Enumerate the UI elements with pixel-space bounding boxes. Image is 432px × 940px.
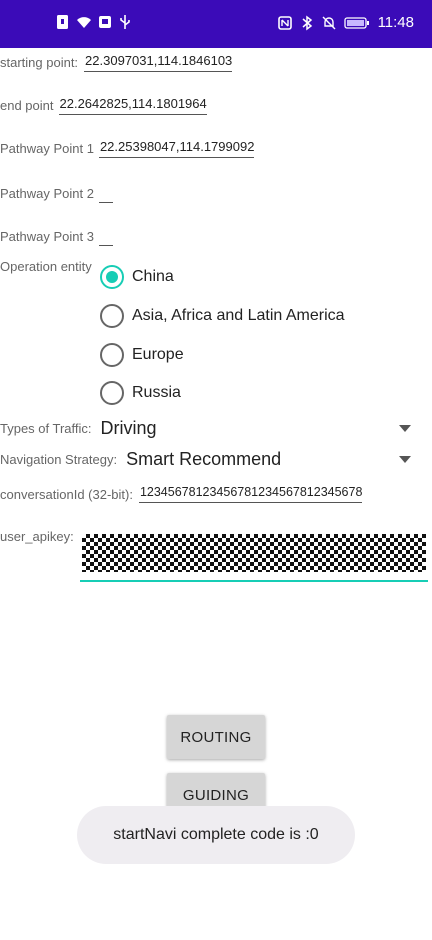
types-of-traffic-row: Types of Traffic: Driving xyxy=(0,418,157,439)
radio-asia-africa-latin-america[interactable]: Asia, Africa and Latin America xyxy=(100,304,345,328)
navigation-strategy-row: Navigation Strategy: Smart Recommend xyxy=(0,449,281,470)
pathway-point-2-label: Pathway Point 2 xyxy=(0,185,94,201)
dropdown-arrow-icon[interactable] xyxy=(399,456,411,463)
pathway-point-1-row: Pathway Point 1 22.25398047,114.1799092 xyxy=(0,139,255,158)
routing-button[interactable]: ROUTING xyxy=(167,715,265,759)
usb-icon xyxy=(120,15,130,29)
sim-icon xyxy=(57,15,68,29)
types-of-traffic-spinner[interactable]: Driving xyxy=(101,418,157,439)
pathway-point-1-label: Pathway Point 1 xyxy=(0,141,94,156)
operation-entity-label: Operation entity xyxy=(0,259,92,274)
end-point-row: end point 22.2642825,114.1801964 xyxy=(0,96,207,115)
battery-icon xyxy=(343,16,369,29)
nfc-icon xyxy=(277,15,292,30)
starting-point-label: starting point: xyxy=(0,55,79,70)
radio-russia[interactable]: Russia xyxy=(100,381,181,405)
status-right-icons: 11:48 xyxy=(277,14,414,31)
user-apikey-label: user_apikey: xyxy=(0,529,74,544)
user-apikey-row: user_apikey: xyxy=(0,529,74,544)
starting-point-input[interactable]: 22.3097031,114.1846103 xyxy=(84,53,233,72)
end-point-input[interactable]: 22.2642825,114.1801964 xyxy=(58,96,207,115)
conversation-id-row: conversationId (32-bit): 123456781234567… xyxy=(0,485,363,503)
pathway-point-1-input[interactable]: 22.25398047,114.1799092 xyxy=(98,139,255,158)
radio-europe[interactable]: Europe xyxy=(100,343,184,367)
radio-label: Asia, Africa and Latin America xyxy=(132,307,345,324)
status-time: 11:48 xyxy=(377,14,414,31)
radio-unchecked-icon xyxy=(100,343,124,367)
pathway-point-2-input[interactable] xyxy=(98,183,113,203)
mute-icon xyxy=(322,16,336,29)
starting-point-row: starting point: 22.3097031,114.1846103 xyxy=(0,53,233,72)
radio-unchecked-icon xyxy=(100,381,124,405)
status-left-icons xyxy=(56,14,132,30)
dropdown-arrow-icon[interactable] xyxy=(399,425,411,432)
operation-entity-row: Operation entity xyxy=(0,259,92,274)
types-of-traffic-label: Types of Traffic: xyxy=(0,421,92,436)
radio-checked-icon xyxy=(100,265,124,289)
bluetooth-icon xyxy=(302,15,312,30)
toast-message: startNavi complete code is :0 xyxy=(77,806,355,864)
navigation-strategy-label: Navigation Strategy: xyxy=(0,452,118,467)
radio-label: Europe xyxy=(132,346,184,363)
pathway-point-2-row: Pathway Point 2 xyxy=(0,183,113,203)
radio-china[interactable]: China xyxy=(100,265,174,289)
status-bar: 11:48 xyxy=(0,0,432,48)
user-apikey-input[interactable] xyxy=(80,532,428,582)
conversation-id-label: conversationId (32-bit): xyxy=(0,486,133,502)
radio-unchecked-icon xyxy=(100,304,124,328)
pathway-point-3-row: Pathway Point 3 xyxy=(0,226,113,246)
redacted-apikey-pattern xyxy=(82,534,426,572)
pathway-point-3-label: Pathway Point 3 xyxy=(0,228,94,244)
radio-label: China xyxy=(132,268,174,285)
navigation-strategy-spinner[interactable]: Smart Recommend xyxy=(126,449,281,470)
wifi-icon xyxy=(77,17,91,28)
end-point-label: end point xyxy=(0,98,54,113)
radio-label: Russia xyxy=(132,384,181,401)
app-icon xyxy=(99,16,111,28)
pathway-point-3-input[interactable] xyxy=(98,226,113,246)
conversation-id-input[interactable]: 12345678123456781234567812345678 xyxy=(138,485,363,503)
